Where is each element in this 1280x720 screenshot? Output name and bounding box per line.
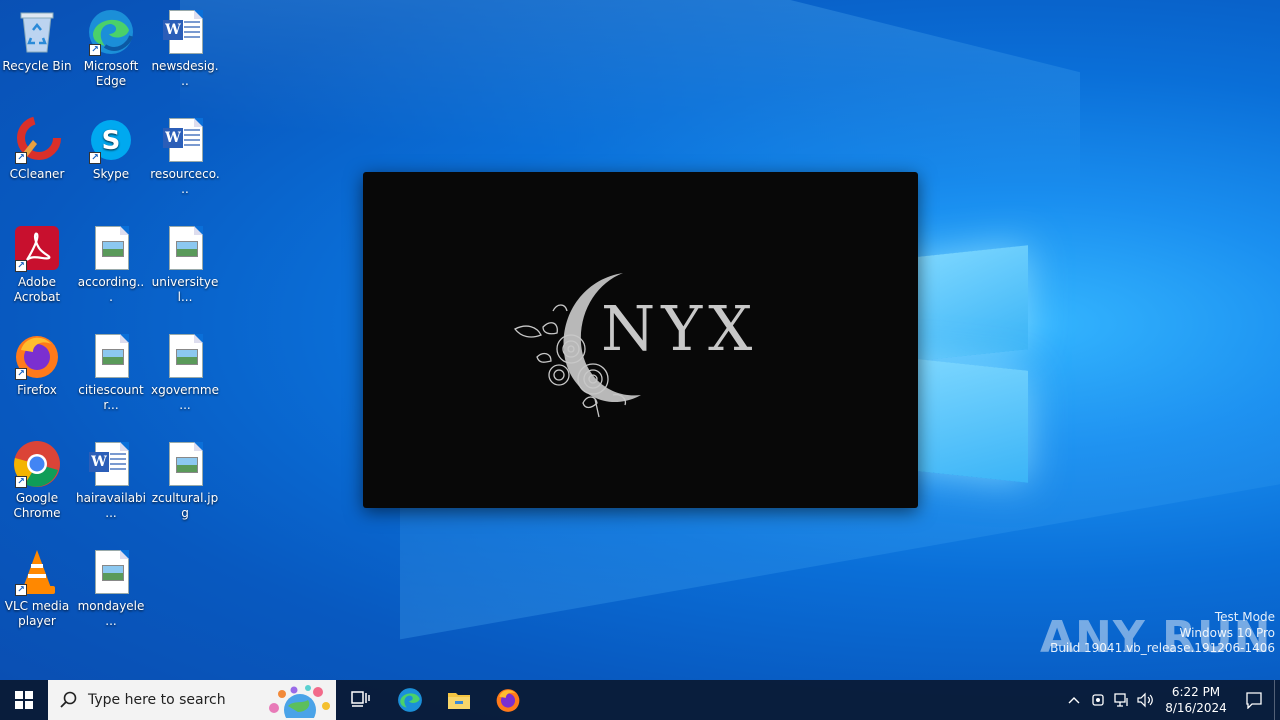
desktop-icon-recycle-bin[interactable]: Recycle Bin — [0, 8, 74, 74]
desktop-icon-skype[interactable]: S ↗ Skype — [74, 116, 148, 182]
icon-label: citiescountr... — [78, 383, 144, 412]
vlc-icon: ↗ — [13, 548, 61, 596]
icon-label: resourceco... — [150, 167, 220, 196]
tray-network-button[interactable] — [1110, 680, 1134, 720]
desktop-icon-image-file[interactable]: mondayele... — [74, 548, 148, 629]
taskbar-edge-button[interactable] — [385, 680, 434, 720]
windows-start-icon — [15, 691, 33, 709]
word-document-icon: W — [161, 116, 209, 164]
device-icon — [1092, 694, 1104, 706]
image-file-icon — [161, 332, 209, 380]
search-highlight-art-icon — [269, 685, 330, 718]
action-center-button[interactable] — [1234, 680, 1274, 720]
tray-volume-button[interactable] — [1134, 680, 1158, 720]
desktop-icon-firefox[interactable]: ↗ Firefox — [0, 332, 74, 398]
recycle-bin-icon — [13, 8, 61, 56]
icon-label: Microsoft Edge — [83, 59, 139, 88]
edition-text: Windows 10 Pro — [1179, 625, 1275, 640]
image-file-icon — [87, 224, 135, 272]
image-file-icon — [87, 548, 135, 596]
chrome-icon: ↗ — [13, 440, 61, 488]
icon-label: Recycle Bin — [2, 59, 72, 73]
network-icon — [1114, 693, 1128, 707]
firefox-icon — [496, 689, 519, 712]
clock-time: 6:22 PM — [1171, 685, 1221, 699]
icon-label: zcultural.jpg — [151, 491, 219, 520]
tray-device-button[interactable] — [1086, 680, 1110, 720]
test-mode-text: Test Mode — [1214, 610, 1275, 624]
system-tray: 6:22 PM 8/16/2024 — [1062, 680, 1280, 720]
word-document-icon: W — [87, 440, 135, 488]
taskbar-clock[interactable]: 6:22 PM 8/16/2024 — [1158, 684, 1234, 716]
desktop-icon-word-document[interactable]: W resourceco... — [148, 116, 222, 197]
icon-label: hairavailabi... — [76, 491, 147, 520]
taskbar: Type here to search 6:22 PM 8/16/2024 — [0, 680, 1280, 720]
desktop-icon-ccleaner[interactable]: ↗ CCleaner — [0, 116, 74, 182]
file-explorer-icon — [447, 693, 470, 709]
icon-label: Google Chrome — [13, 491, 61, 520]
icon-label: newsdesig... — [151, 59, 219, 88]
image-file-icon — [161, 440, 209, 488]
icon-label: mondayele... — [77, 599, 145, 628]
taskbar-file-explorer-button[interactable] — [434, 680, 483, 720]
search-icon — [60, 691, 77, 708]
icon-label: VLC media player — [4, 599, 70, 628]
image-file-icon — [87, 332, 135, 380]
icon-label: universityel... — [151, 275, 219, 304]
icon-label: Firefox — [17, 383, 57, 397]
icon-label: xgovernme... — [151, 383, 219, 412]
task-view-button[interactable] — [336, 680, 385, 720]
desktop-icon-image-file[interactable]: citiescountr... — [74, 332, 148, 413]
adobe-acrobat-icon: ↗ — [13, 224, 61, 272]
skype-icon: S ↗ — [87, 116, 135, 164]
task-view-icon — [350, 691, 370, 707]
desktop-icon-image-file[interactable]: universityel... — [148, 224, 222, 305]
start-button[interactable] — [0, 680, 48, 720]
build-text: Build 19041.vb_release.191206-1406 — [1050, 641, 1275, 655]
show-hidden-icons-button[interactable] — [1062, 680, 1086, 720]
desktop-icon-word-document[interactable]: W newsdesig... — [148, 8, 222, 89]
taskbar-firefox-button[interactable] — [483, 680, 532, 720]
icon-label: Skype — [92, 167, 130, 181]
chevron-up-icon — [1068, 697, 1080, 704]
desktop-icon-google-chrome[interactable]: ↗ Google Chrome — [0, 440, 74, 521]
icon-label: Adobe Acrobat — [13, 275, 61, 304]
clock-date: 8/16/2024 — [1165, 701, 1227, 715]
ccleaner-icon: ↗ — [13, 116, 61, 164]
icon-label: according... — [77, 275, 145, 304]
firefox-icon: ↗ — [13, 332, 61, 380]
desktop-icon-vlc[interactable]: ↗ VLC media player — [0, 548, 74, 629]
volume-icon — [1137, 692, 1153, 708]
nyx-splash-window[interactable]: NYX — [363, 172, 918, 508]
image-file-icon — [161, 224, 209, 272]
taskbar-search-box[interactable]: Type here to search — [48, 680, 336, 720]
notification-icon — [1246, 692, 1262, 709]
nyx-logo-text: NYX — [601, 292, 759, 365]
word-document-icon: W — [161, 8, 209, 56]
desktop-icon-adobe-acrobat[interactable]: ↗ Adobe Acrobat — [0, 224, 74, 305]
icon-label: CCleaner — [9, 167, 65, 181]
search-placeholder: Type here to search — [88, 692, 226, 708]
desktop-icon-image-file[interactable]: according... — [74, 224, 148, 305]
svg-text:S: S — [102, 126, 121, 156]
desktop-icon-image-file[interactable]: zcultural.jpg — [148, 440, 222, 521]
desktop-icon-word-document[interactable]: W hairavailabi... — [74, 440, 148, 521]
desktop-icon-microsoft-edge[interactable]: ↗ Microsoft Edge — [74, 8, 148, 89]
edge-icon: ↗ — [87, 8, 135, 56]
windows-watermark: Test Mode Windows 10 Pro Build 19041.vb_… — [1050, 610, 1275, 657]
wallpaper-windows-logo — [900, 240, 1030, 483]
desktop-icon-image-file[interactable]: xgovernme... — [148, 332, 222, 413]
edge-icon — [397, 688, 422, 712]
show-desktop-button[interactable] — [1274, 680, 1280, 720]
